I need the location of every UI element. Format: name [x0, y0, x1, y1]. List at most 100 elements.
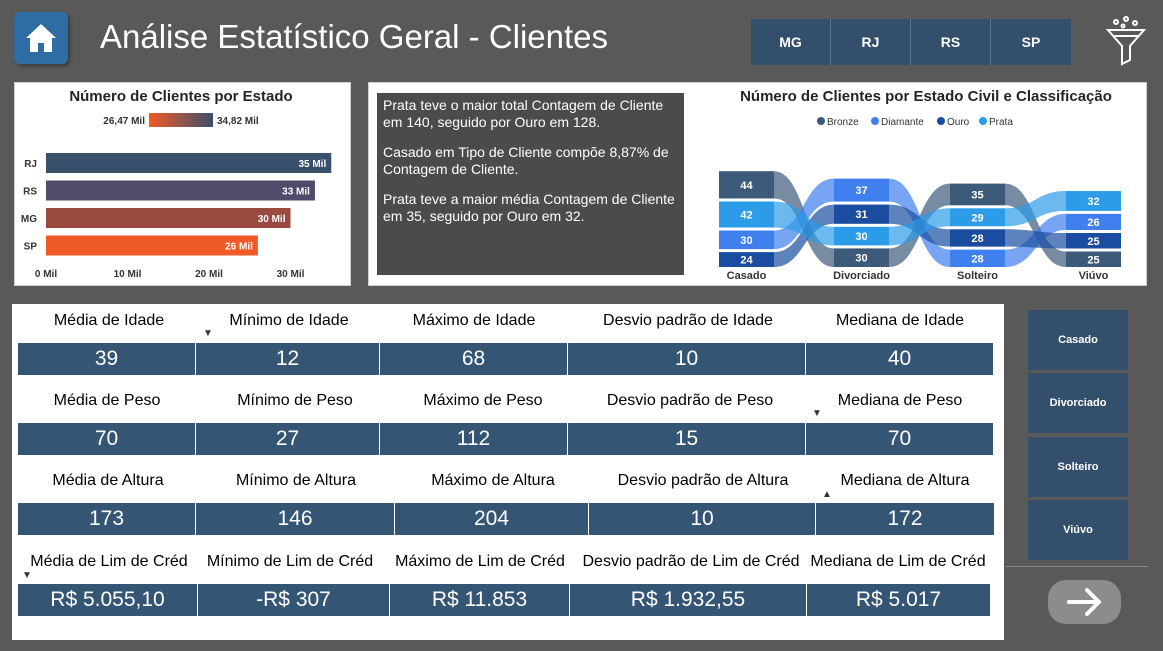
- sankey-chart-title: Número de Clientes por Estado Civil e Cl…: [740, 88, 1112, 105]
- stat-value: 40: [887, 347, 912, 370]
- sankey-value-label: 30: [855, 231, 867, 243]
- legend-marker: [937, 117, 945, 125]
- insight-text: Prata teve o maior total Contagem de Cli…: [383, 97, 664, 130]
- stat-label: Máximo de Lim de Créd: [395, 553, 565, 570]
- stat-value: R$ 5.055,10: [18, 584, 198, 616]
- sankey-value-label: 35: [971, 189, 983, 201]
- stat-value: R$ 11.853: [390, 584, 570, 616]
- stat-value-row: R$ 5.055,10 -R$ 307 R$ 11.853 R$ 1.932,55 R$…: [18, 584, 990, 616]
- sankey-value-label: 37: [855, 185, 867, 197]
- smart-narrative: Prata teve o maior total Contagem de Cli…: [377, 93, 684, 275]
- civil-button-divorciado[interactable]: Divorciado: [1028, 373, 1128, 433]
- bar-mg[interactable]: [46, 208, 291, 228]
- clients-by-state-chart: Número de Clientes por Estado 26,47 Mil …: [21, 88, 332, 280]
- sankey-category-label: Casado: [727, 270, 767, 282]
- sankey-category-label: Solteiro: [957, 270, 998, 282]
- x-tick-label: 0 Mil: [35, 269, 57, 280]
- stat-value: R$ 5.017: [855, 588, 942, 611]
- sankey-value-label: 42: [740, 210, 752, 222]
- home-icon: [26, 24, 56, 52]
- legend-marker: [871, 117, 879, 125]
- bar-category-label: RJ: [24, 159, 37, 170]
- sankey-category-label: Divorciado: [833, 270, 890, 282]
- sankey-link-ouro[interactable]: [1005, 229, 1066, 249]
- filter-icon[interactable]: [1104, 14, 1148, 68]
- bar-category-label: RS: [23, 187, 37, 198]
- stat-value-row: 39 12 68 10 40: [18, 343, 993, 375]
- stat-value: 10: [568, 343, 806, 375]
- bar-data-label: 33 Mil: [282, 187, 310, 198]
- state-button-rs[interactable]: RS: [911, 19, 991, 65]
- civil-status-card: Prata teve o maior total Contagem de Cli…: [368, 82, 1147, 286]
- color-scale-legend: [149, 113, 213, 127]
- stat-label: Máximo de Altura: [431, 472, 555, 489]
- sankey-value-label: 31: [855, 209, 867, 221]
- state-button-mg[interactable]: MG: [751, 19, 831, 65]
- civil-button-casado[interactable]: Casado: [1028, 310, 1128, 370]
- legend-marker: [817, 117, 825, 125]
- stat-value: 27: [196, 423, 380, 455]
- stat-value: 112: [380, 423, 568, 455]
- stat-label: Mediana de Altura: [840, 472, 970, 489]
- stat-label: Desvio padrão de Idade: [603, 312, 773, 329]
- sort-arrow-icon[interactable]: ▼: [203, 328, 213, 339]
- sankey-value-label: 29: [971, 212, 983, 224]
- sankey-value-label: 44: [740, 180, 753, 192]
- state-button-sp[interactable]: SP: [991, 19, 1071, 65]
- sankey-value-label: 24: [740, 255, 753, 267]
- bar-data-label: 26 Mil: [225, 242, 253, 253]
- sort-arrow-icon[interactable]: ▼: [812, 408, 822, 419]
- stat-value: 10: [589, 503, 816, 535]
- bar-data-label: 30 Mil: [258, 214, 286, 225]
- legend-label: Bronze: [827, 117, 859, 128]
- statistics-panel: Média de Idade Mínimo de Idade Máximo de I…: [12, 304, 1004, 640]
- stat-value: 172: [887, 507, 923, 530]
- sankey-value-label: 25: [1087, 254, 1099, 266]
- stat-label: Máximo de Peso: [423, 392, 543, 409]
- divider: [1006, 566, 1148, 567]
- sankey-value-label: 30: [855, 253, 867, 265]
- stat-label: Desvio padrão de Lim de Créd: [582, 553, 800, 570]
- sankey-value-label: 28: [971, 253, 983, 265]
- civil-status-sankey-chart: Número de Clientes por Estado Civil e Cl…: [719, 88, 1121, 282]
- state-button-rj[interactable]: RJ: [831, 19, 911, 65]
- civil-button-viuvo[interactable]: Viúvo: [1028, 500, 1128, 560]
- clients-by-state-card: Número de Clientes por Estado 26,47 Mil …: [14, 82, 351, 286]
- sort-arrow-icon[interactable]: ▲: [822, 489, 832, 500]
- x-tick-label: 20 Mil: [195, 269, 223, 280]
- stat-label: Máximo de Idade: [412, 312, 536, 329]
- insight-text: Prata teve a maior média Contagem de Cli…: [383, 191, 675, 224]
- civil-button-solteiro[interactable]: Solteiro: [1028, 437, 1128, 497]
- bar-rs[interactable]: [46, 180, 315, 201]
- legend-label: Diamante: [881, 117, 924, 128]
- legend-label: Ouro: [947, 117, 970, 128]
- bar-category-label: SP: [24, 242, 38, 253]
- stat-value-row: 70 27 112 15 70: [18, 423, 993, 455]
- x-tick-label: 30 Mil: [277, 269, 305, 280]
- bar-chart-title: Número de Clientes por Estado: [69, 88, 292, 105]
- sankey-category-label: Viúvo: [1079, 270, 1109, 282]
- home-button[interactable]: [14, 12, 68, 64]
- sankey-value-label: 28: [971, 233, 983, 245]
- sankey-value-label: 30: [740, 235, 752, 247]
- stat-value: 39: [18, 343, 196, 375]
- sort-arrow-icon[interactable]: ▼: [22, 570, 32, 581]
- legend-max-label: 34,82 Mil: [217, 116, 259, 127]
- stat-value: 12: [196, 343, 380, 375]
- bar-category-label: MG: [21, 214, 37, 225]
- stat-value: 146: [196, 503, 395, 535]
- bar-data-label: 35 Mil: [298, 159, 326, 170]
- bar-rj[interactable]: [46, 153, 332, 173]
- stat-value: 70: [18, 423, 196, 455]
- x-tick-label: 10 Mil: [114, 269, 142, 280]
- stat-label: Mediana de Idade: [835, 312, 965, 329]
- stat-value: 15: [568, 423, 806, 455]
- legend-min-label: 26,47 Mil: [103, 116, 145, 127]
- legend-label: Prata: [989, 117, 1013, 128]
- next-page-button[interactable]: [1048, 580, 1121, 624]
- arrow-right-icon: [1066, 588, 1101, 616]
- stat-label: Mediana de Lim de Créd: [810, 553, 986, 570]
- stat-value: 68: [380, 343, 568, 375]
- sankey-value-label: 32: [1087, 196, 1099, 208]
- stat-label: Desvio padrão de Peso: [606, 392, 774, 409]
